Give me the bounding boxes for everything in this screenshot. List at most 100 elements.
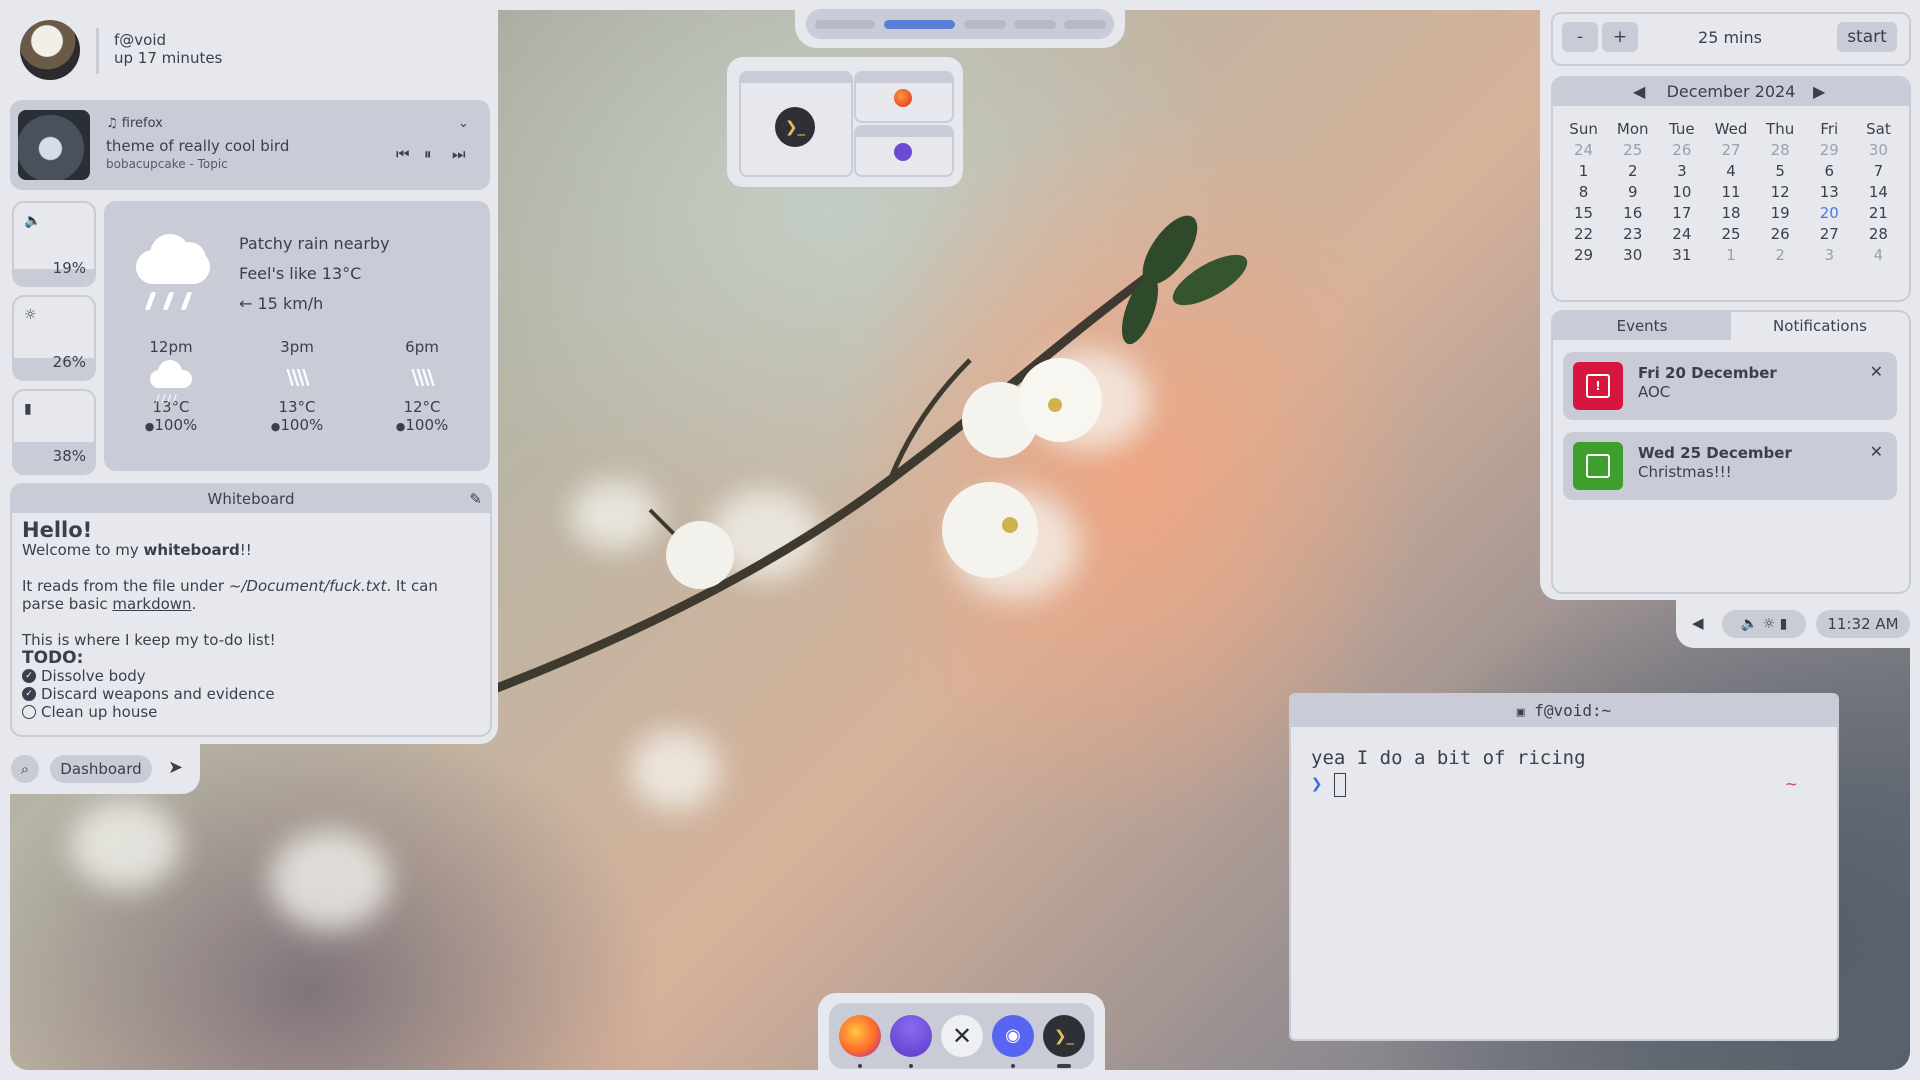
todo-item[interactable]: ✓ Discard weapons and evidence [22, 685, 480, 703]
workspace-2[interactable] [884, 20, 955, 29]
calendar-day[interactable]: 11 [1706, 183, 1755, 201]
forecast-temp: 13°C [278, 398, 316, 416]
avatar[interactable] [20, 20, 80, 80]
volume-slider[interactable]: 🔈 19% [12, 201, 96, 287]
calendar-day[interactable]: 22 [1559, 225, 1608, 243]
calendar-day[interactable]: 24 [1559, 141, 1608, 159]
close-icon[interactable]: ✕ [1870, 442, 1883, 461]
x-app-icon[interactable]: ✕ [941, 1015, 983, 1057]
previous-icon[interactable]: ⏮ [396, 145, 410, 163]
workspace-5[interactable] [1064, 20, 1106, 29]
event-card[interactable]: Wed 25 December Christmas!!! ✕ [1563, 432, 1897, 500]
discord-icon[interactable]: ◉ [992, 1015, 1034, 1057]
calendar-day[interactable]: 15 [1559, 204, 1608, 222]
calendar-day[interactable]: 31 [1657, 246, 1706, 264]
timer-start-button[interactable]: start [1837, 22, 1897, 52]
calendar-day[interactable]: 3 [1657, 162, 1706, 180]
next-month-icon[interactable]: ▶ [1813, 78, 1825, 106]
purple-app-icon[interactable] [890, 1015, 932, 1057]
calendar-day[interactable]: 4 [1854, 246, 1903, 264]
battery-slider[interactable]: ▮ 38% [12, 389, 96, 475]
workspace-3[interactable] [964, 20, 1006, 29]
calendar-day[interactable]: 25 [1706, 225, 1755, 243]
overview-window-firefox[interactable] [854, 71, 954, 123]
calendar-day[interactable]: 8 [1559, 183, 1608, 201]
calendar-day[interactable]: 27 [1805, 225, 1854, 243]
overview-window-app[interactable] [854, 125, 954, 177]
calendar-day[interactable]: 1 [1706, 246, 1755, 264]
terminal-body[interactable]: yea I do a bit of ricing ❯ ~ [1291, 727, 1837, 815]
chevron-down-icon[interactable]: ⌄ [458, 116, 469, 131]
calendar-day[interactable]: 28 [1854, 225, 1903, 243]
todo-item[interactable]: Clean up house [22, 703, 480, 721]
path-indicator: ~ [1785, 773, 1797, 795]
weather-condition: Patchy rain nearby [239, 234, 390, 253]
clock[interactable]: 11:32 AM [1816, 610, 1910, 638]
calendar-day[interactable]: 25 [1608, 141, 1657, 159]
event-date: Wed 25 December [1638, 444, 1792, 462]
calendar-day[interactable]: 5 [1756, 162, 1805, 180]
divider [96, 28, 99, 74]
calendar-day[interactable]: 18 [1706, 204, 1755, 222]
calendar-day[interactable]: 12 [1756, 183, 1805, 201]
calendar-day[interactable]: 27 [1706, 141, 1755, 159]
firefox-icon[interactable] [839, 1015, 881, 1057]
prev-month-icon[interactable]: ◀ [1633, 78, 1645, 106]
calendar-day[interactable]: 20 [1805, 204, 1854, 222]
calendar-day[interactable]: 4 [1706, 162, 1755, 180]
calendar-day[interactable]: 17 [1657, 204, 1706, 222]
search-button[interactable]: ⌕ [11, 755, 39, 783]
calendar-day[interactable]: 13 [1805, 183, 1854, 201]
calendar-day[interactable]: 23 [1608, 225, 1657, 243]
calendar-day[interactable]: 29 [1805, 141, 1854, 159]
dashboard-button[interactable]: Dashboard [50, 755, 152, 783]
calendar-day[interactable]: 7 [1854, 162, 1903, 180]
weekday-label: Fri [1820, 120, 1839, 138]
calendar-day[interactable]: 1 [1559, 162, 1608, 180]
calendar-day[interactable]: 19 [1756, 204, 1805, 222]
calendar-day[interactable]: 10 [1657, 183, 1706, 201]
calendar-day[interactable]: 29 [1559, 246, 1608, 264]
calendar-day[interactable]: 2 [1608, 162, 1657, 180]
pencil-icon[interactable]: ✎ [469, 485, 482, 513]
close-icon[interactable]: ✕ [1870, 362, 1883, 381]
pause-icon[interactable]: ⏸ [424, 145, 432, 163]
terminal-window[interactable]: ▣ f@void:~ yea I do a bit of ricing ❯ ~ [1289, 693, 1839, 1041]
calendar-day[interactable]: 9 [1608, 183, 1657, 201]
calendar-day[interactable]: 16 [1608, 204, 1657, 222]
brightness-icon: ☼ [1762, 616, 1776, 632]
calendar-day[interactable]: 26 [1657, 141, 1706, 159]
calendar-day[interactable]: 6 [1805, 162, 1854, 180]
tab-events[interactable]: Events [1553, 312, 1731, 340]
dock: ✕ ◉ ❯_ [829, 1003, 1094, 1069]
timer-plus-button[interactable]: + [1602, 22, 1638, 52]
calendar-day[interactable]: 21 [1854, 204, 1903, 222]
send-icon[interactable]: ➤ [168, 757, 183, 778]
quick-settings[interactable]: 🔈 ☼ ▮ [1722, 610, 1806, 638]
timer-minus-button[interactable]: - [1562, 22, 1598, 52]
tray-expand-icon[interactable]: ◀ [1692, 614, 1704, 632]
calendar-day[interactable]: 2 [1756, 246, 1805, 264]
brightness-slider[interactable]: ☼ 26% [12, 295, 96, 381]
next-icon[interactable]: ⏭ [452, 145, 466, 163]
calendar-day[interactable]: 14 [1854, 183, 1903, 201]
calendar-day[interactable]: 26 [1756, 225, 1805, 243]
forecast-item: 6pm \\\\ 12°C ●100% [377, 338, 467, 434]
todo-item[interactable]: ✓ Dissolve body [22, 667, 480, 685]
tab-notifications[interactable]: Notifications [1731, 312, 1909, 340]
forecast-item: 12pm //// 13°C ●100% [126, 338, 216, 434]
calendar-day[interactable]: 24 [1657, 225, 1706, 243]
overview-window-terminal[interactable]: ❯_ [739, 71, 853, 177]
calendar-day[interactable]: 30 [1854, 141, 1903, 159]
event-card[interactable]: ! Fri 20 December AOC ✕ [1563, 352, 1897, 420]
workspace-4[interactable] [1014, 20, 1056, 29]
forecast-item: 3pm \\\\ 13°C ●100% [252, 338, 342, 434]
calendar-day[interactable]: 3 [1805, 246, 1854, 264]
workspace-1[interactable] [815, 20, 875, 29]
droplet-icon: ● [270, 420, 281, 433]
calendar-day[interactable]: 28 [1756, 141, 1805, 159]
terminal-icon[interactable]: ❯_ [1043, 1015, 1085, 1057]
calendar-day[interactable]: 30 [1608, 246, 1657, 264]
terminal-output: yea I do a bit of ricing [1311, 747, 1586, 769]
markdown-link[interactable]: markdown [112, 595, 191, 613]
